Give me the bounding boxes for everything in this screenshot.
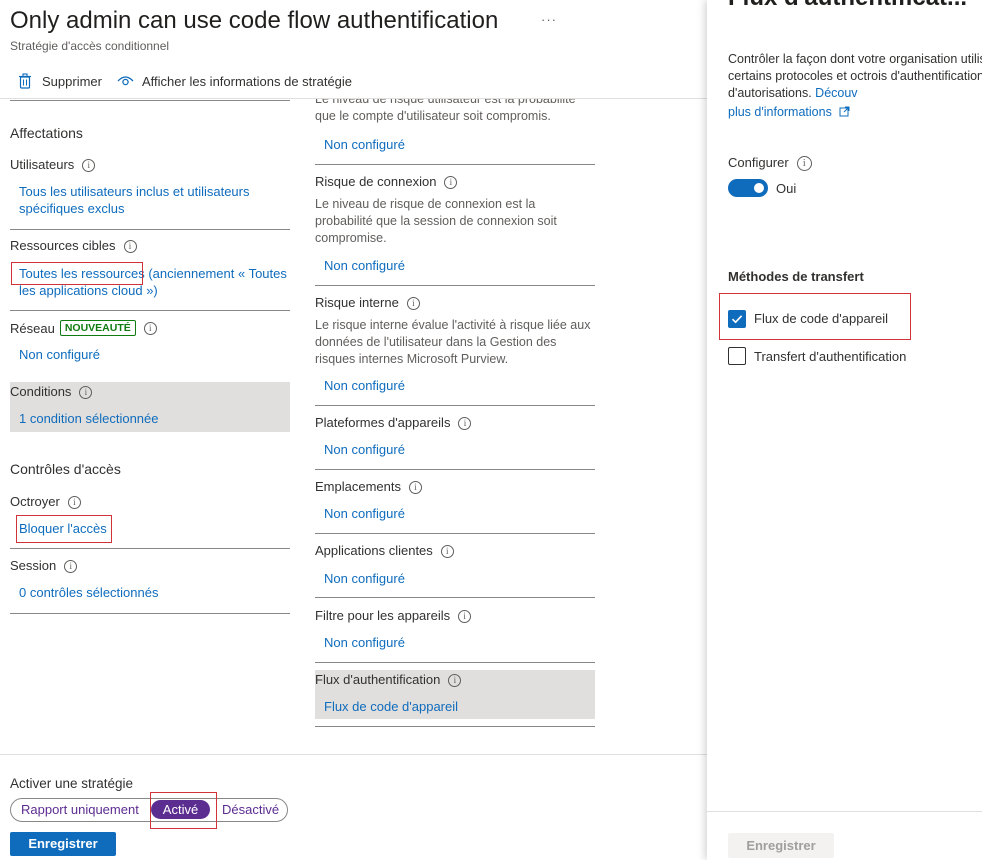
insider-risk-label: Risque interne i	[315, 295, 420, 310]
locations-link[interactable]: Non configuré	[324, 505, 405, 522]
learn-more-link-continued[interactable]: plus d'informations	[728, 104, 850, 121]
device-code-checkbox[interactable]	[728, 310, 746, 328]
divider	[315, 405, 595, 406]
users-link[interactable]: Tous les utilisateurs inclus et utilisat…	[19, 183, 269, 217]
toggle-value: Oui	[776, 181, 797, 196]
delete-button[interactable]: Supprimer	[18, 71, 102, 91]
client-apps-label: Applications clientes i	[315, 543, 454, 558]
divider	[315, 533, 595, 534]
device-platforms-link[interactable]: Non configuré	[324, 441, 405, 458]
divider	[315, 662, 595, 663]
users-label: Utilisateurs i	[10, 157, 96, 172]
conditions-label: Conditions i	[10, 384, 93, 399]
side-panel: Flux d'authentificat... Contrôler la faç…	[707, 0, 982, 860]
insider-risk-description: Le risque interne évalue l'activité à ri…	[315, 318, 591, 366]
info-icon[interactable]: i	[143, 321, 157, 335]
auth-flows-label: Flux d'authentification i	[315, 672, 462, 687]
info-icon[interactable]: i	[444, 176, 458, 189]
device-filter-label: Filtre pour les appareils i	[315, 608, 472, 623]
info-icon[interactable]: i	[82, 159, 96, 172]
info-icon[interactable]: i	[440, 545, 454, 558]
delete-label: Supprimer	[42, 73, 102, 89]
divider	[10, 310, 290, 311]
option-off[interactable]: Désactivé	[222, 802, 279, 817]
toggle-knob	[754, 183, 764, 193]
divider	[315, 726, 595, 727]
info-icon[interactable]: i	[458, 417, 472, 430]
user-risk-description: Le niveau de risque utilisateur est la p…	[315, 99, 576, 123]
conditions-link[interactable]: 1 condition sélectionnée	[19, 410, 159, 427]
info-icon[interactable]: i	[67, 496, 81, 509]
divider	[10, 613, 290, 614]
more-options-button[interactable]: ···	[541, 12, 557, 27]
panel-save-button[interactable]: Enregistrer	[728, 833, 834, 858]
locations-label: Emplacements i	[315, 479, 422, 494]
highlight-box	[16, 515, 112, 543]
info-icon[interactable]: i	[448, 674, 462, 687]
info-icon[interactable]: i	[458, 610, 472, 623]
auth-flows-link[interactable]: Flux de code d'appareil	[324, 698, 458, 715]
panel-footer-divider	[707, 811, 982, 812]
divider	[10, 548, 290, 549]
enable-policy-label: Activer une stratégie	[10, 776, 134, 791]
info-icon[interactable]: i	[123, 240, 137, 253]
divider	[10, 229, 290, 230]
grant-label: Octroyer i	[10, 494, 81, 509]
auth-transfer-label[interactable]: Transfert d'authentification	[754, 349, 906, 364]
insider-risk-link[interactable]: Non configuré	[324, 377, 405, 394]
signin-risk-link[interactable]: Non configuré	[324, 257, 405, 274]
info-icon[interactable]: i	[406, 297, 420, 310]
configure-label: Configurer i	[728, 155, 812, 171]
divider	[10, 100, 290, 101]
methods-heading: Méthodes de transfert	[728, 269, 864, 284]
policy-info-label: Afficher les informations de stratégie	[142, 73, 353, 89]
auth-transfer-checkbox[interactable]	[728, 347, 746, 365]
page-title: Only admin can use code flow authentific…	[10, 7, 499, 34]
option-report-only[interactable]: Rapport uniquement	[21, 802, 139, 817]
signin-risk-description: Le niveau de risque de connexion est la …	[315, 197, 557, 245]
session-link[interactable]: 0 contrôles sélectionnés	[19, 584, 158, 601]
network-label: Réseau NOUVEAUTÉ i	[10, 320, 157, 336]
info-icon[interactable]: i	[79, 386, 93, 399]
eye-icon	[117, 76, 134, 86]
info-icon[interactable]: i	[64, 560, 78, 573]
user-risk-link[interactable]: Non configuré	[324, 136, 405, 153]
device-filter-link[interactable]: Non configuré	[324, 634, 405, 651]
trash-icon	[19, 73, 31, 89]
panel-title: Flux d'authentificat...	[728, 0, 967, 12]
highlight-box	[11, 262, 143, 285]
panel-description: Contrôler la façon dont votre organisati…	[728, 52, 982, 100]
configure-toggle[interactable]	[728, 179, 768, 197]
page-subtitle: Stratégie d'accès conditionnel	[10, 39, 170, 53]
access-controls-heading: Contrôles d'accès	[10, 461, 121, 477]
divider	[315, 285, 595, 286]
learn-more-link[interactable]: Découv	[815, 86, 857, 100]
target-resources-label: Ressources cibles i	[10, 238, 137, 253]
footer-divider	[0, 754, 707, 755]
signin-risk-label: Risque de connexion i	[315, 174, 458, 189]
save-button[interactable]: Enregistrer	[10, 832, 116, 856]
session-label: Session i	[10, 558, 78, 573]
info-icon[interactable]: i	[408, 481, 422, 494]
new-badge: NOUVEAUTÉ	[59, 320, 136, 336]
info-icon[interactable]: i	[796, 156, 812, 171]
client-apps-link[interactable]: Non configuré	[324, 570, 405, 587]
external-link-icon	[839, 106, 850, 117]
checkmark-icon	[731, 315, 743, 324]
network-link[interactable]: Non configuré	[19, 346, 100, 363]
highlight-box	[150, 792, 217, 829]
policy-info-button[interactable]: Afficher les informations de stratégie	[117, 71, 352, 91]
device-code-label[interactable]: Flux de code d'appareil	[754, 311, 888, 326]
assignments-heading: Affectations	[10, 125, 83, 141]
device-platforms-label: Plateformes d'appareils i	[315, 415, 472, 430]
divider	[315, 469, 595, 470]
divider	[315, 597, 595, 598]
divider	[315, 164, 595, 165]
